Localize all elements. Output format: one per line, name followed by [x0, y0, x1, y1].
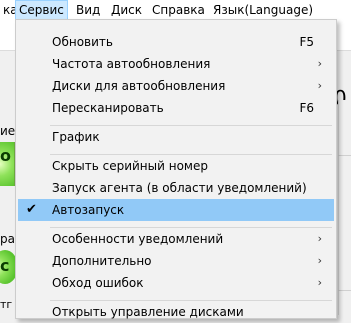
- menu-bar: ка Сервис Вид Диск Справка Язык(Language…: [0, 0, 351, 20]
- menu-item-autorefresh-frequency[interactable]: Частота автообновления ›: [18, 53, 334, 75]
- menu-item-label: Обход ошибок: [52, 276, 144, 290]
- divider: [338, 290, 351, 291]
- chevron-right-icon: ›: [317, 79, 322, 92]
- bg-green-text-1: о: [0, 146, 11, 165]
- menubar-item-disk[interactable]: Диск: [108, 0, 145, 20]
- menu-item-rescan[interactable]: Пересканировать F6: [18, 97, 334, 119]
- chevron-right-icon: ›: [317, 254, 322, 267]
- menu-item-label: Пересканировать: [52, 101, 164, 115]
- menubar-item-view[interactable]: Вид: [73, 0, 103, 20]
- menu-item-label: Особенности уведомлений: [52, 232, 224, 246]
- menu-item-label: Автозапуск: [52, 203, 125, 217]
- service-dropdown-menu: Обновить F5 Частота автообновления › Дис…: [15, 19, 337, 319]
- menu-item-workarounds[interactable]: Обход ошибок ›: [18, 272, 334, 294]
- divider: [338, 155, 351, 156]
- menu-item-label: Диски для автообновления: [52, 79, 226, 93]
- bg-label-bottom: тг: [0, 298, 13, 311]
- menu-item-disk-management[interactable]: Открыть управление дисками: [18, 301, 334, 323]
- menu-item-label: График: [52, 130, 100, 144]
- bg-label-2: ра: [0, 232, 15, 246]
- menu-item-notification-settings[interactable]: Особенности уведомлений ›: [18, 228, 334, 250]
- shortcut-label: F6: [299, 101, 314, 115]
- bg-label-1: ие: [0, 124, 16, 138]
- menu-item-advanced[interactable]: Дополнительно ›: [18, 250, 334, 272]
- menu-item-label: Открыть управление дисками: [52, 305, 244, 319]
- menu-item-label: Частота автообновления: [52, 57, 211, 71]
- menu-item-autostart[interactable]: ✔ Автозапуск: [18, 199, 334, 221]
- menubar-item-language[interactable]: Язык(Language): [210, 0, 316, 20]
- chevron-right-icon: ›: [317, 276, 322, 289]
- menu-item-launch-agent[interactable]: Запуск агента (в области уведомлений): [18, 177, 334, 199]
- menu-item-autorefresh-disks[interactable]: Диски для автообновления ›: [18, 75, 334, 97]
- menu-item-graph[interactable]: График: [18, 126, 334, 148]
- menu-item-label: Дополнительно: [52, 254, 152, 268]
- menubar-item-service[interactable]: Сервис: [15, 0, 68, 20]
- menubar-item-help[interactable]: Справка: [149, 0, 208, 20]
- menu-item-label: Скрыть серийный номер: [52, 159, 208, 173]
- menu-item-label: Обновить: [52, 35, 113, 49]
- checkmark-icon: ✔: [26, 202, 37, 217]
- menu-item-hide-serial[interactable]: Скрыть серийный номер: [18, 155, 334, 177]
- chevron-right-icon: ›: [317, 57, 322, 70]
- bg-green-text-2: с: [0, 256, 10, 275]
- chevron-right-icon: ›: [317, 232, 322, 245]
- right-panel: [338, 100, 351, 315]
- shortcut-label: F5: [299, 35, 314, 49]
- menu-item-label: Запуск агента (в области уведомлений): [52, 181, 307, 195]
- menu-item-refresh[interactable]: Обновить F5: [18, 31, 334, 53]
